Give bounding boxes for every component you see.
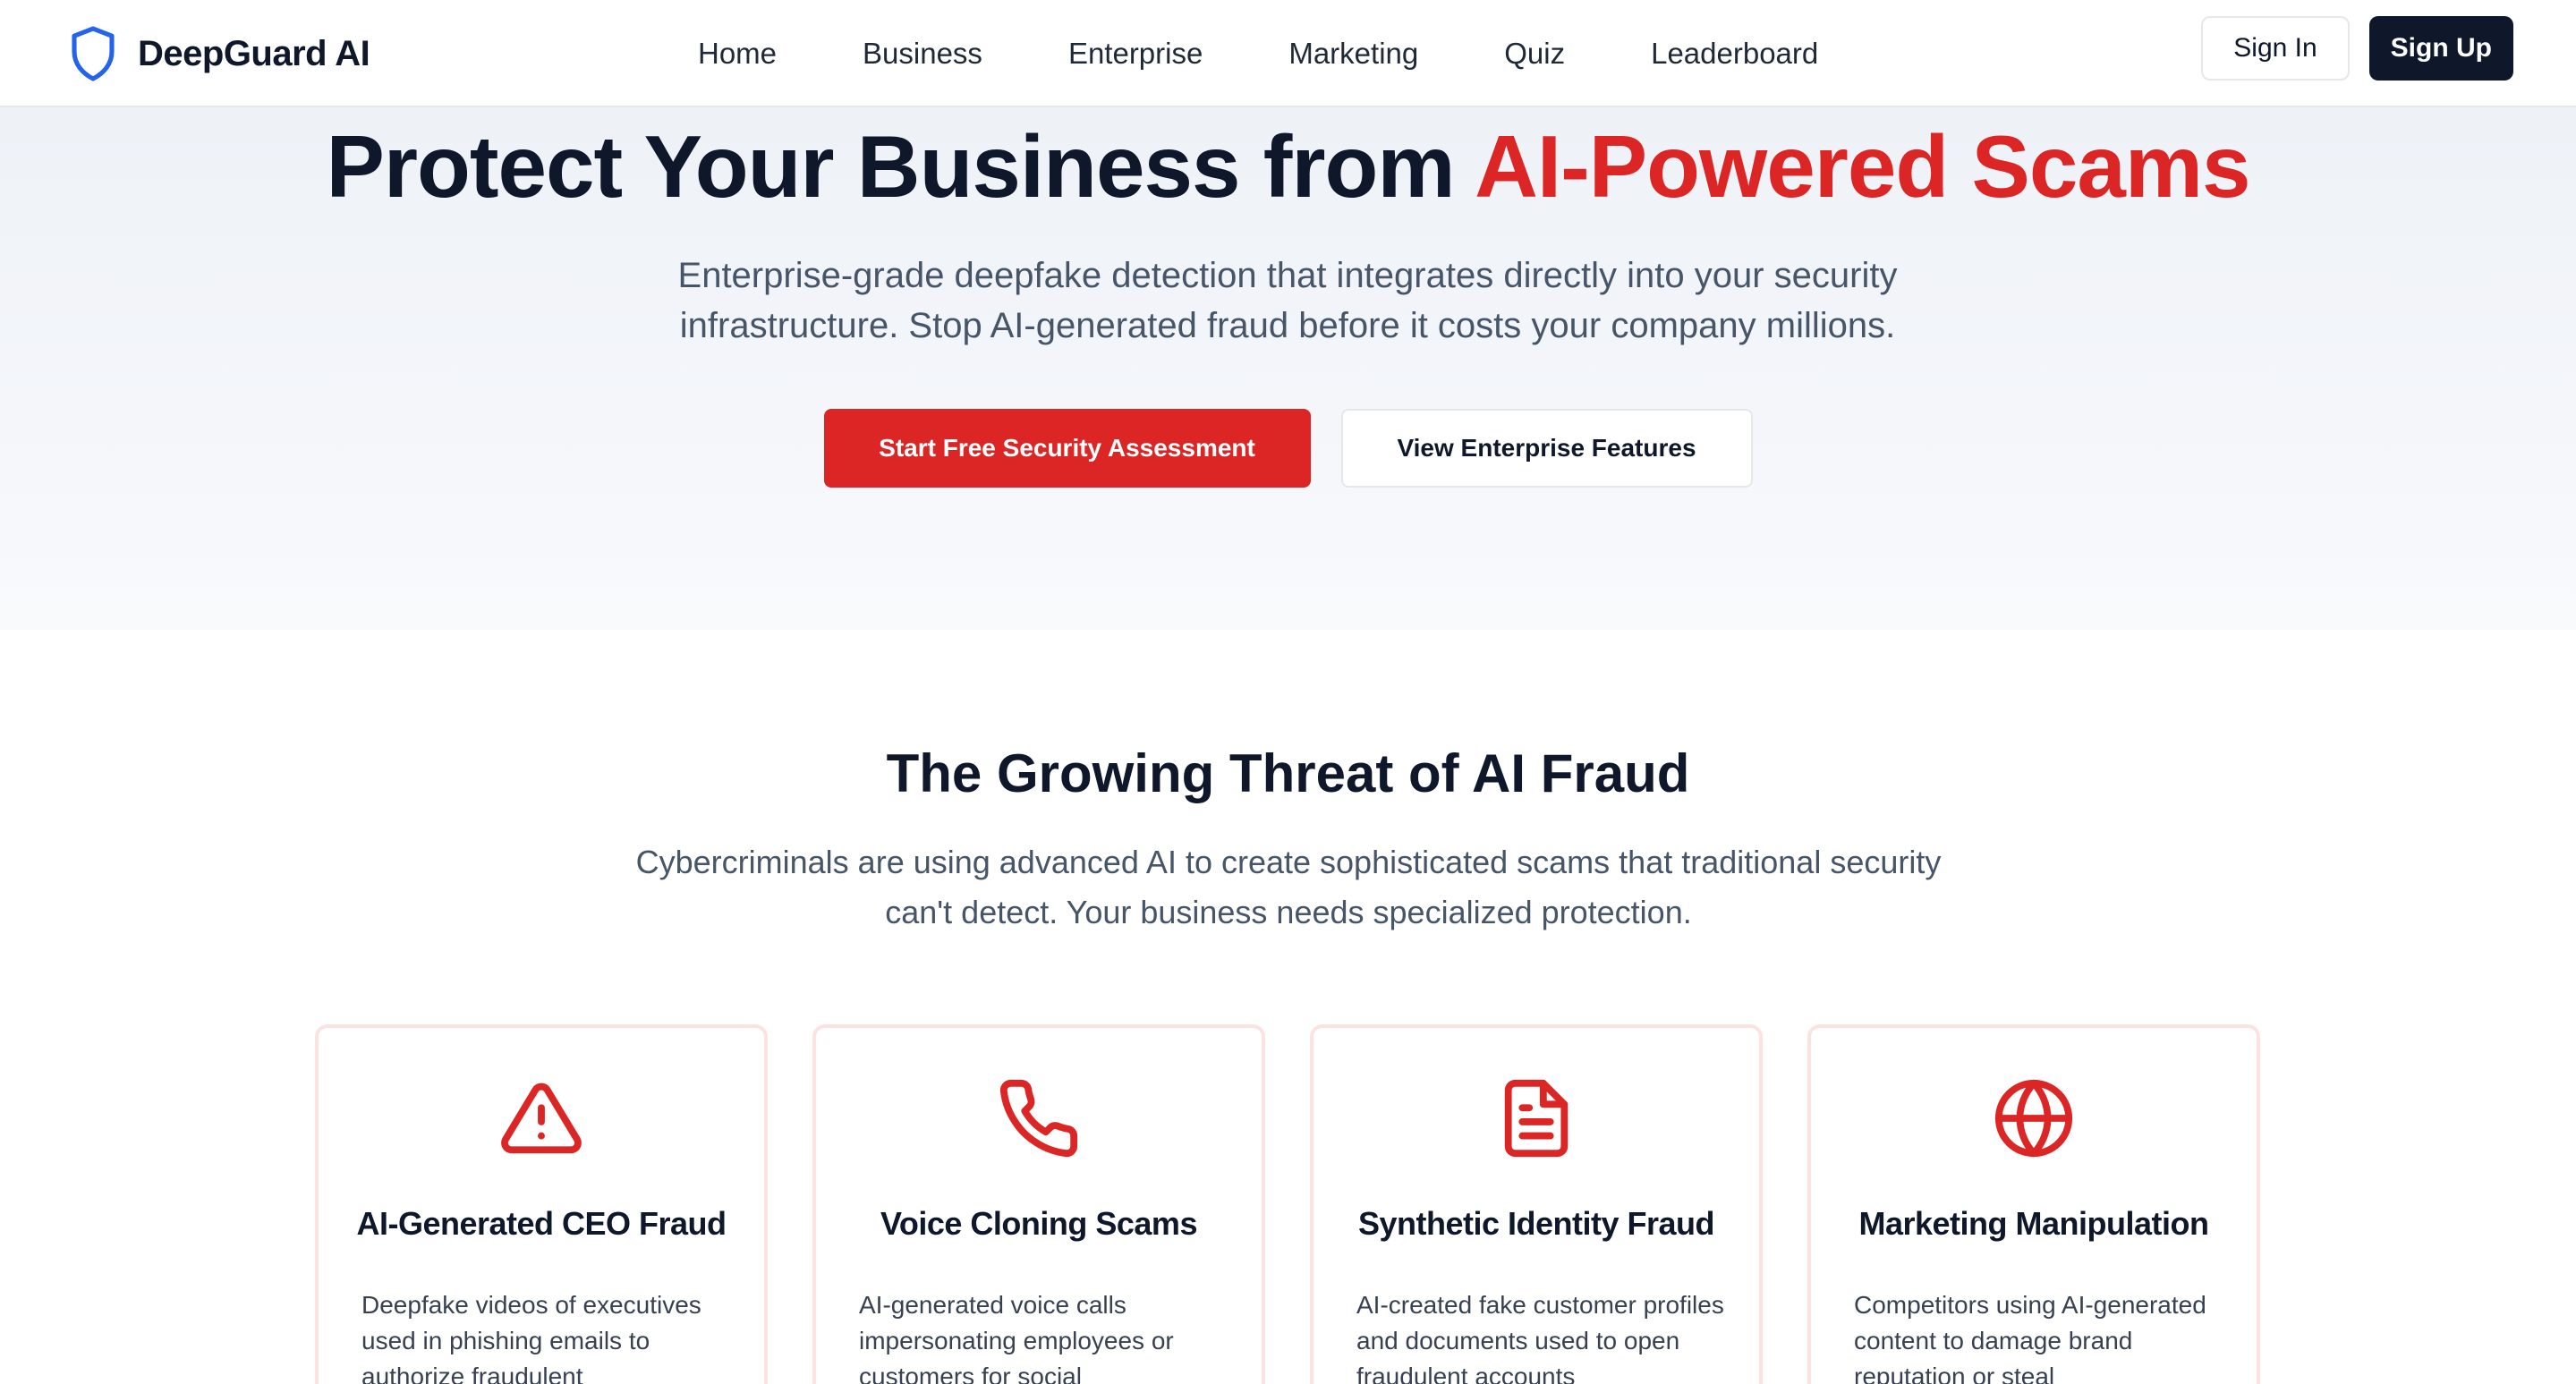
top-navbar: DeepGuard AI Home Business Enterprise Ma… — [0, 0, 2576, 107]
hero-section: Protect Your Business from AI-Powered Sc… — [0, 107, 2576, 630]
view-enterprise-features-button[interactable]: View Enterprise Features — [1340, 409, 1753, 488]
threats-title: The Growing Threat of AI Fraud — [886, 743, 1690, 803]
document-icon — [1504, 1079, 1569, 1158]
hero-title: Protect Your Business from AI-Powered Sc… — [0, 116, 2576, 217]
phone-icon — [999, 1079, 1078, 1158]
start-assessment-button[interactable]: Start Free Security Assessment — [823, 409, 1311, 488]
threat-card-description: AI-created fake customer profiles and do… — [1356, 1291, 1724, 1384]
brand-logo[interactable]: DeepGuard AI — [68, 20, 370, 88]
threat-card-description: Deepfake videos of executives used in ph… — [361, 1291, 701, 1384]
nav-home[interactable]: Home — [698, 37, 777, 71]
auth-buttons: Sign In Sign Up — [2201, 16, 2513, 81]
nav-enterprise[interactable]: Enterprise — [1068, 37, 1203, 71]
threat-card: Synthetic Identity Fraud AI-created fake… — [1310, 1024, 1763, 1384]
nav-marketing[interactable]: Marketing — [1288, 37, 1418, 71]
threats-subtitle: Cybercriminals are using advanced AI to … — [635, 844, 1942, 930]
threat-card: Marketing Manipulation Competitors using… — [1807, 1024, 2260, 1384]
nav-leaderboard[interactable]: Leaderboard — [1651, 37, 1818, 71]
threat-cards: AI-Generated CEO Fraud Deepfake videos o… — [315, 1024, 2260, 1384]
brand-name: DeepGuard AI — [138, 33, 370, 73]
threat-card: AI-Generated CEO Fraud Deepfake videos o… — [315, 1024, 768, 1384]
shield-icon — [72, 26, 115, 81]
threat-card-description: AI-generated voice calls impersonating e… — [859, 1291, 1174, 1384]
nav-business[interactable]: Business — [863, 37, 982, 71]
threat-card-description: Competitors using AI-generated content t… — [1854, 1291, 2206, 1384]
sign-in-button[interactable]: Sign In — [2201, 16, 2350, 81]
threat-card-title: Voice Cloning Scams — [880, 1205, 1197, 1242]
globe-icon — [1994, 1079, 2073, 1158]
sign-up-button[interactable]: Sign Up — [2368, 16, 2513, 81]
threat-card-title: Marketing Manipulation — [1858, 1205, 2209, 1242]
threat-card-title: Synthetic Identity Fraud — [1357, 1205, 1715, 1242]
warning-triangle-icon — [501, 1083, 582, 1154]
nav-quiz[interactable]: Quiz — [1504, 37, 1565, 71]
threat-card: Voice Cloning Scams AI-generated voice c… — [812, 1024, 1265, 1384]
hero-title-main: Protect Your Business from — [326, 117, 1475, 216]
hero-title-accent: AI-Powered Scams — [1475, 117, 2250, 216]
hero-actions: Start Free Security Assessment View Ente… — [0, 409, 2576, 488]
main-nav: Home Business Enterprise Marketing Quiz … — [698, 0, 1904, 107]
hero-subtitle: Enterprise-grade deepfake detection that… — [677, 256, 1898, 345]
threat-card-title: AI-Generated CEO Fraud — [356, 1205, 727, 1242]
